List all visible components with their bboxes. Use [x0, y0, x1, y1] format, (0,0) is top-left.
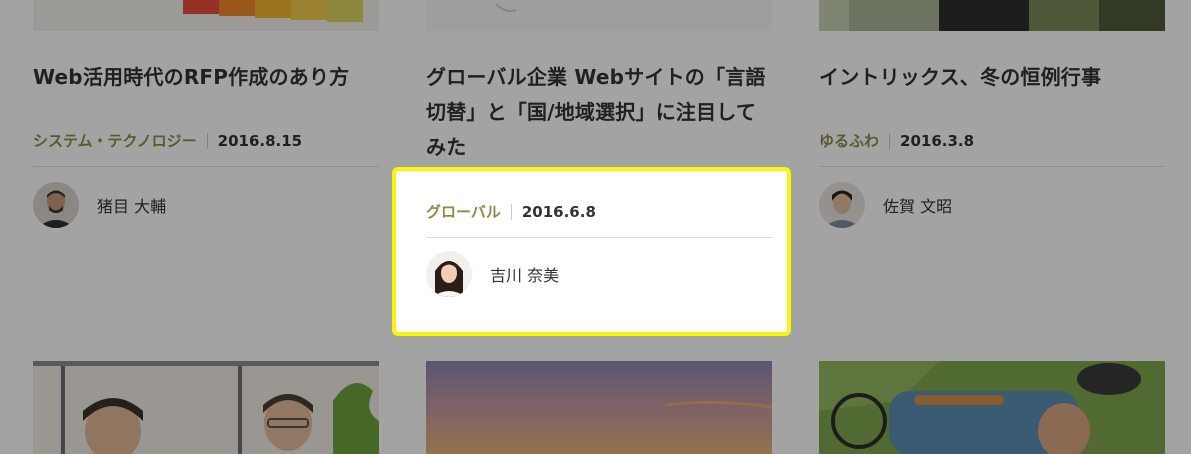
meta-divider	[510, 203, 512, 220]
meta-divider	[206, 132, 208, 149]
article-thumbnail[interactable]	[819, 0, 1165, 31]
article-meta: ゆるふわ 2016.3.8	[819, 130, 1165, 151]
author-name: 佐賀 文昭	[883, 197, 953, 216]
article-date: 2016.6.8	[521, 202, 596, 221]
article-title[interactable]: Web活用時代のRFP作成のあり方	[33, 60, 379, 95]
article-meta: システム・テクノロジー 2016.8.15	[33, 130, 379, 151]
article-thumbnail[interactable]	[33, 361, 379, 454]
article-meta: グローバル 2016.6.8	[426, 201, 772, 222]
highlight-frame: グローバル 2016.6.8 吉川 奈美	[392, 167, 791, 336]
divider	[426, 237, 773, 238]
divider	[33, 166, 379, 167]
article-category[interactable]: グローバル	[426, 201, 501, 222]
article-author: 吉川 奈美	[426, 251, 559, 297]
article-title[interactable]: グローバル企業 Webサイトの「言語切替」と「国/地域選択」に注目してみた	[426, 60, 772, 165]
author-avatar	[426, 251, 472, 297]
article-thumbnail[interactable]	[426, 361, 772, 454]
article-thumbnail[interactable]	[426, 0, 772, 31]
author-name: 猪目 大輔	[97, 197, 167, 216]
article-category[interactable]: ゆるふわ	[819, 130, 879, 151]
article-title[interactable]: イントリックス、冬の恒例行事	[819, 60, 1165, 95]
article-date: 2016.8.15	[217, 131, 303, 150]
divider	[819, 166, 1165, 167]
article-thumbnail[interactable]	[819, 361, 1165, 454]
author-avatar	[33, 182, 79, 228]
meta-divider	[889, 132, 891, 149]
author-name: 吉川 奈美	[490, 266, 560, 285]
article-category[interactable]: システム・テクノロジー	[33, 130, 197, 151]
article-thumbnail[interactable]	[33, 0, 379, 31]
article-grid: Web活用時代のRFP作成のあり方 システム・テクノロジー 2016.8.15 …	[0, 0, 1191, 454]
article-author: 佐賀 文昭	[819, 182, 952, 228]
author-avatar	[819, 182, 865, 228]
article-date: 2016.3.8	[900, 131, 975, 150]
article-author: 猪目 大輔	[33, 182, 166, 228]
